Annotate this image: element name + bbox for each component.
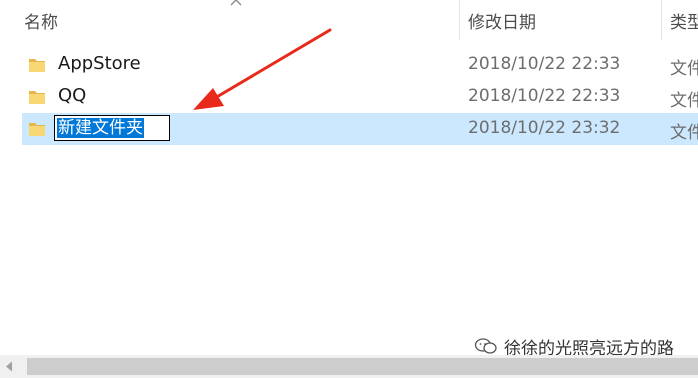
- file-explorer-list: 名称 修改日期 类型 AppStore 2018/10/22 22:33 文件夹…: [0, 0, 698, 378]
- file-name[interactable]: QQ: [58, 85, 86, 106]
- column-header-type[interactable]: 类型: [670, 8, 698, 33]
- file-type: 文件夹: [670, 123, 698, 143]
- folder-icon: [29, 91, 45, 104]
- file-type: 文件夹: [670, 91, 698, 111]
- folder-icon: [29, 123, 45, 136]
- horizontal-scrollbar[interactable]: [0, 355, 698, 378]
- rename-input-box[interactable]: 新建文件夹: [54, 115, 170, 141]
- column-header-row: 名称 修改日期 类型: [0, 0, 698, 40]
- file-date-modified: 2018/10/22 22:33: [468, 86, 621, 106]
- file-date-modified: 2018/10/22 22:33: [468, 54, 621, 74]
- sort-ascending-icon: [230, 0, 242, 6]
- column-header-name[interactable]: 名称: [24, 8, 224, 33]
- wechat-icon: [474, 338, 497, 354]
- file-row-appstore[interactable]: AppStore 2018/10/22 22:33 文件夹: [22, 49, 698, 81]
- scroll-left-arrow-icon[interactable]: [0, 355, 20, 378]
- column-divider[interactable]: [661, 0, 662, 40]
- file-row-new-folder[interactable]: 新建文件夹 2018/10/22 23:32 文件夹: [22, 113, 698, 145]
- file-name[interactable]: AppStore: [58, 53, 141, 74]
- folder-icon: [29, 59, 45, 72]
- horizontal-scroll-thumb[interactable]: [27, 358, 698, 375]
- file-type: 文件夹: [670, 59, 698, 79]
- file-row-qq[interactable]: QQ 2018/10/22 22:33 文件夹: [22, 81, 698, 113]
- rename-input-selected-text[interactable]: 新建文件夹: [57, 118, 144, 138]
- column-header-date-modified[interactable]: 修改日期: [468, 8, 653, 33]
- file-date-modified: 2018/10/22 23:32: [468, 118, 621, 138]
- column-divider[interactable]: [459, 0, 460, 40]
